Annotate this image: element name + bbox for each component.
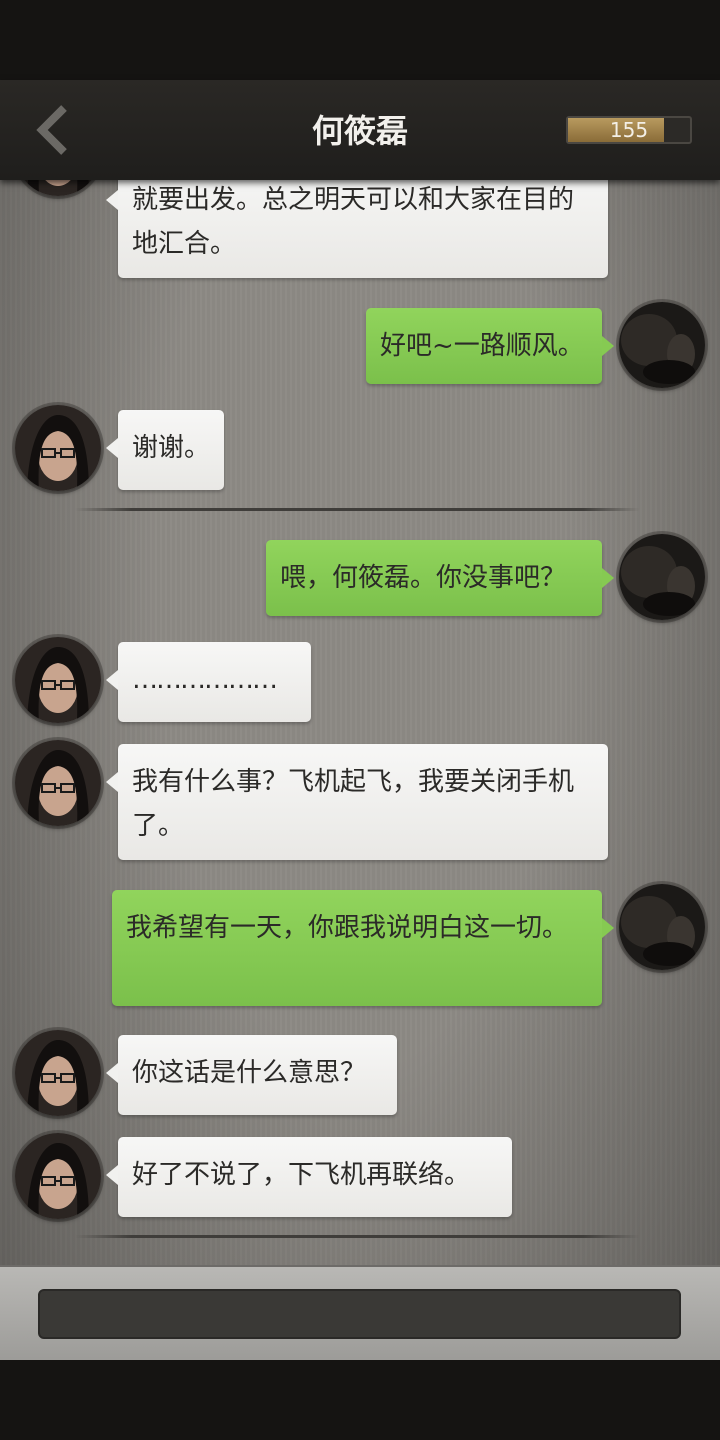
- message-bubble-incoming: 我有什么事？飞机起飞，我要关闭手机了。: [106, 744, 608, 860]
- message-input[interactable]: [38, 1289, 681, 1339]
- bottom-strip: [0, 1360, 720, 1440]
- message-bubble-outgoing: 喂，何筱磊。你没事吧？: [266, 540, 614, 616]
- energy-value: 155: [609, 118, 649, 142]
- message-bubble-incoming: 谢谢。: [106, 410, 224, 490]
- contact-avatar[interactable]: [15, 637, 101, 723]
- message-bubble-incoming: 好了不说了，下飞机再联络。: [106, 1137, 512, 1217]
- chat-screen: 何筱磊 155 就要出发。总之明天可以和大家在目的地汇合。 好吧~一路顺风。 谢…: [0, 0, 720, 1440]
- contact-avatar[interactable]: [15, 405, 101, 491]
- message-bubble-outgoing: 我希望有一天，你跟我说明白这一切。: [112, 890, 614, 1006]
- message-bubble-outgoing: 好吧~一路顺风。: [366, 308, 614, 384]
- message-list[interactable]: 就要出发。总之明天可以和大家在目的地汇合。 好吧~一路顺风。 谢谢。 喂，何筱磊…: [0, 180, 720, 1265]
- message-bubble-incoming: ………………: [106, 642, 311, 722]
- player-avatar[interactable]: [619, 302, 705, 388]
- contact-avatar[interactable]: [15, 740, 101, 826]
- player-avatar[interactable]: [619, 534, 705, 620]
- section-divider: [75, 1235, 640, 1238]
- message-bubble-incoming: 就要出发。总之明天可以和大家在目的地汇合。: [106, 180, 608, 278]
- section-divider: [75, 508, 640, 511]
- chat-header: 何筱磊 155: [0, 80, 720, 180]
- contact-avatar[interactable]: [15, 1030, 101, 1116]
- input-bar: [0, 1265, 720, 1362]
- energy-meter: 155: [566, 116, 692, 144]
- player-avatar[interactable]: [619, 884, 705, 970]
- top-strip: [0, 0, 720, 80]
- contact-avatar[interactable]: [15, 180, 101, 196]
- message-bubble-incoming: 你这话是什么意思？: [106, 1035, 397, 1115]
- contact-avatar[interactable]: [15, 1133, 101, 1219]
